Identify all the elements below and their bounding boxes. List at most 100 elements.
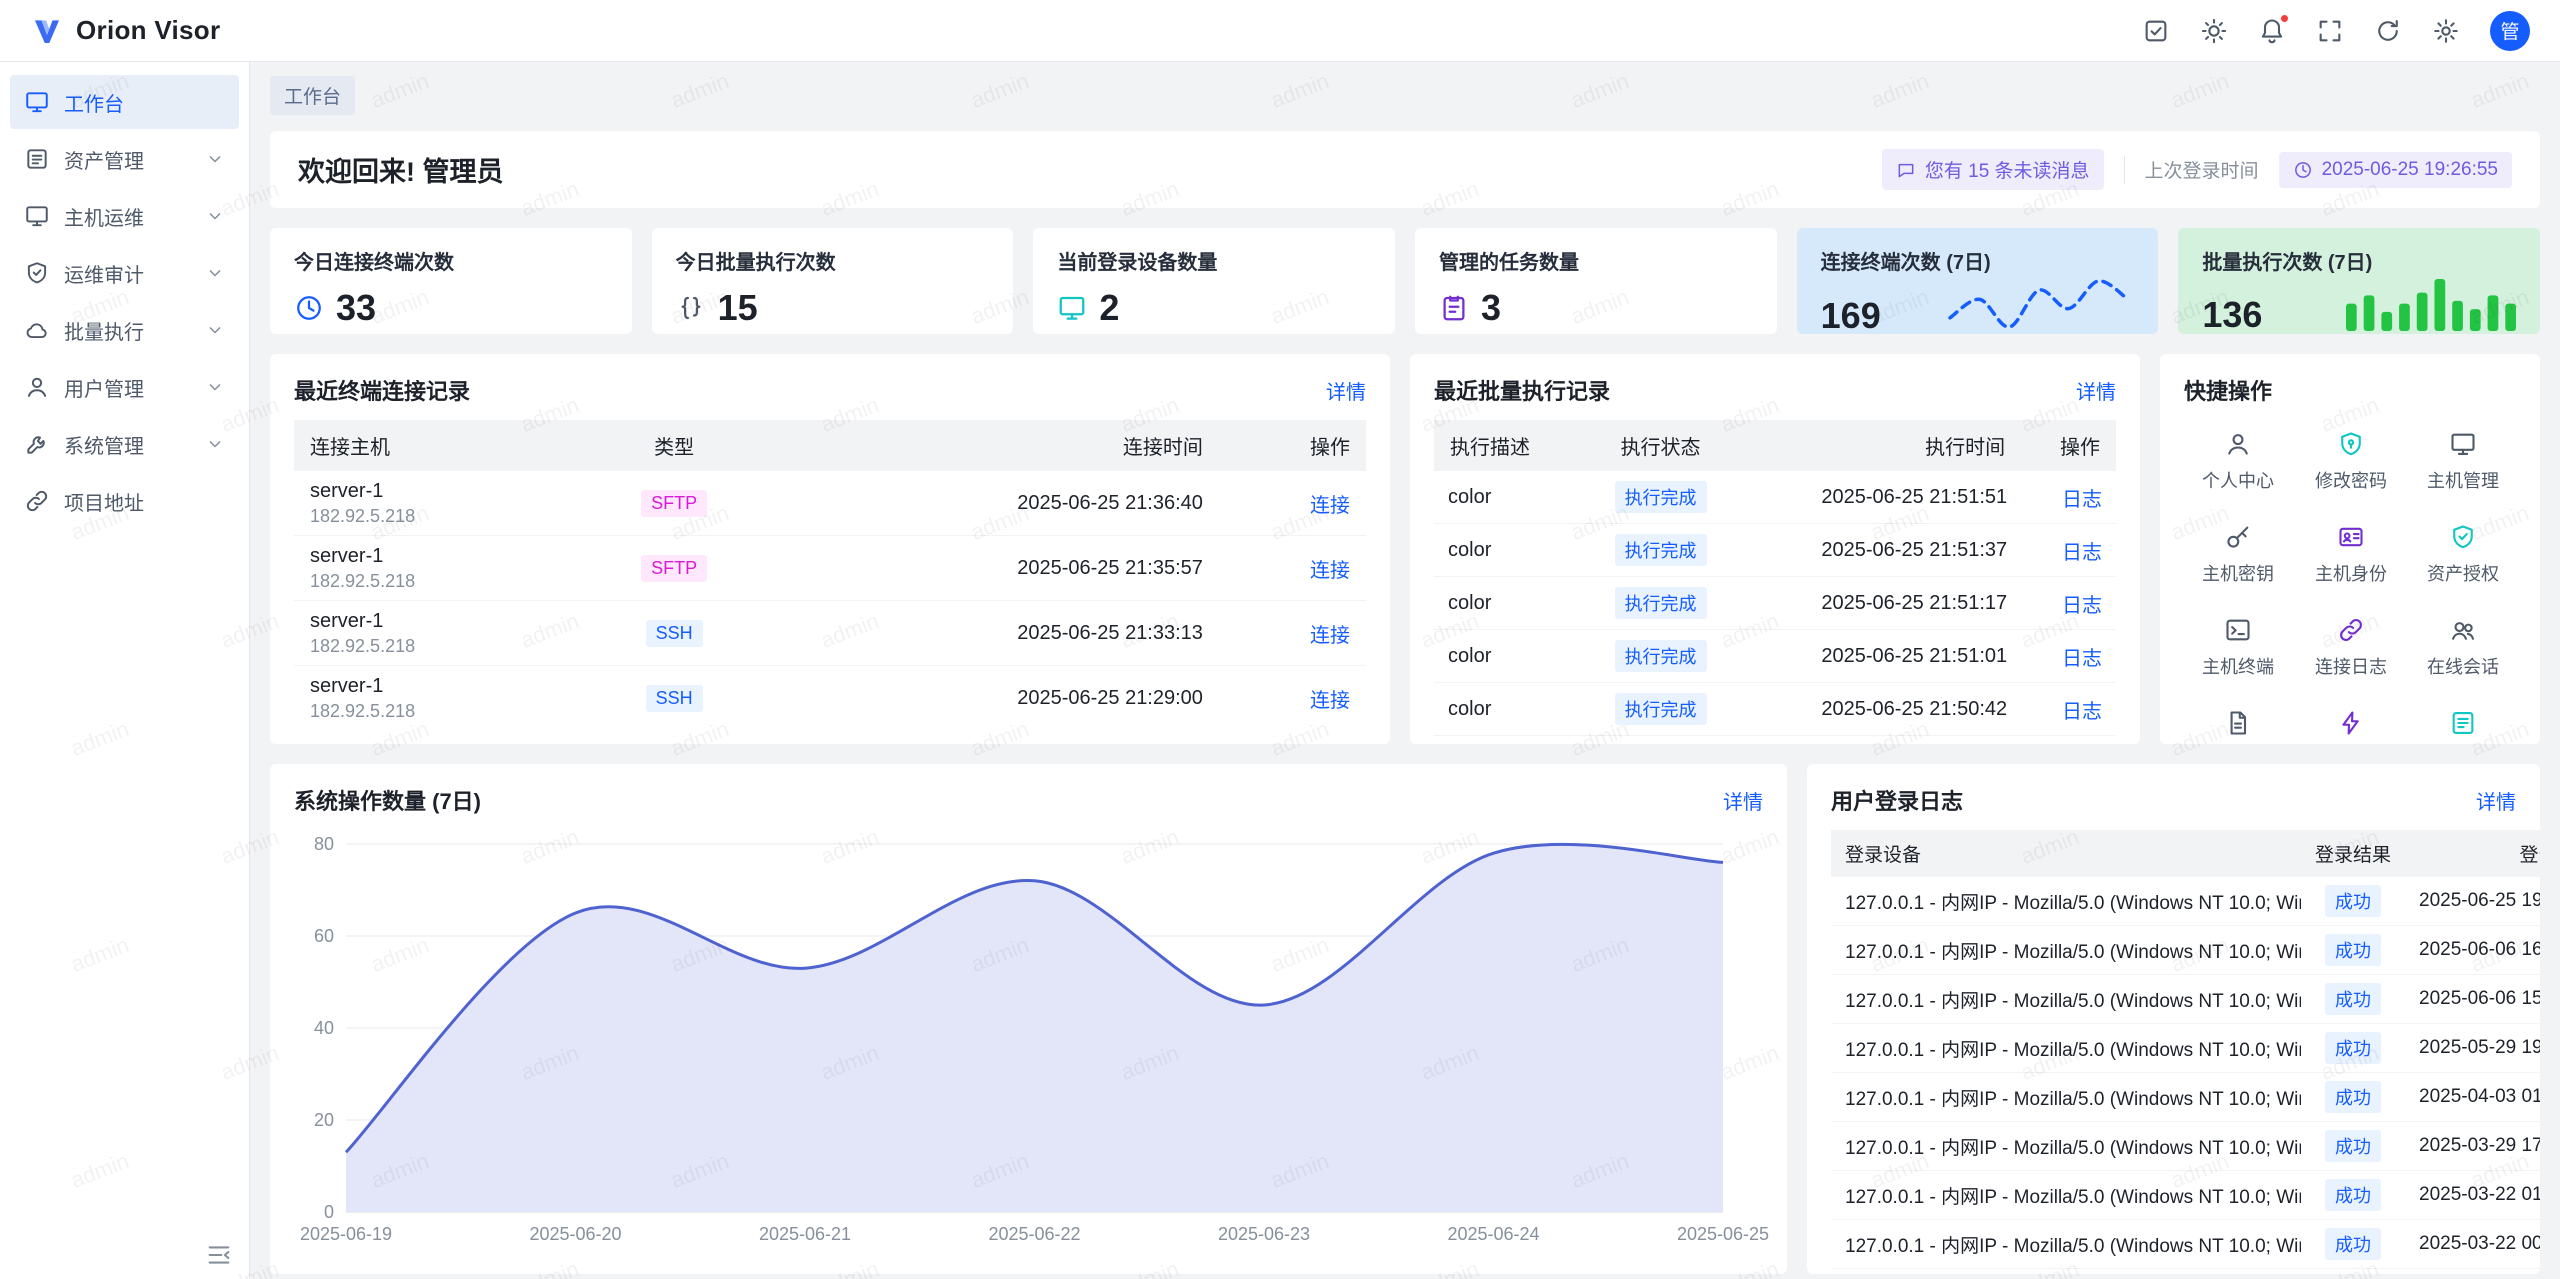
loglist-icon (2449, 709, 2477, 737)
login-log-row: 127.0.0.1 - 内网IP - Mozilla/5.0 (Windows … (1831, 1220, 2540, 1269)
stat-card-today-terminal-connections: 今日连接终端次数33 (270, 228, 632, 334)
desktop-icon (24, 89, 50, 115)
sidebar-item-asset-management[interactable]: 资产管理 (10, 132, 239, 186)
connect-link[interactable]: 连接 (1310, 690, 1350, 712)
sidebar-item-project-url[interactable]: 项目地址 (10, 474, 239, 528)
protocol-badge: SSH (646, 620, 703, 647)
sidebar-item-workbench[interactable]: 工作台 (10, 75, 239, 129)
login-result-badge: 成功 (2325, 885, 2381, 917)
collapse-sidebar-icon[interactable] (205, 1241, 231, 1267)
quick-action-change-password[interactable]: 修改密码 (2298, 430, 2404, 493)
recent-terminal-connections-card: 最近终端连接记录 详情 连接主机类型连接时间操作 server-1182.92.… (270, 354, 1390, 744)
sidebar-item-user-management[interactable]: 用户管理 (10, 360, 239, 414)
quick-action-command-exec[interactable]: 命令执行 (2298, 709, 2404, 744)
fullscreen-icon[interactable] (2316, 17, 2344, 45)
log-link[interactable]: 日志 (2062, 595, 2102, 617)
sidebar-item-label: 用户管理 (64, 373, 144, 402)
quick-action-host-key[interactable]: 主机密钥 (2184, 523, 2292, 586)
exec-record-row: color执行完成2025-06-25 21:50:10日志 (1434, 736, 2116, 745)
login-log-row: 127.0.0.1 - 内网IP - Mozilla/5.0 (Windows … (1831, 1171, 2540, 1220)
exec-records-table: 执行描述执行状态执行时间操作 color执行完成2025-06-25 21:51… (1434, 420, 2116, 744)
sidebar-item-batch-exec[interactable]: 批量执行 (10, 303, 239, 357)
logo[interactable]: Orion Visor (30, 14, 220, 48)
exec-time: 2025-06-25 21:50:42 (1740, 683, 2022, 736)
sidebar-item-system-management[interactable]: 系统管理 (10, 417, 239, 471)
quick-action-label: 主机身份 (2315, 560, 2387, 586)
stat-value: 2 (1099, 287, 1119, 329)
message-icon (1896, 160, 1916, 180)
host-name: server-1 (310, 674, 558, 698)
recent-batch-exec-card: 最近批量执行记录 详情 执行描述执行状态执行时间操作 color执行完成2025… (1410, 354, 2140, 744)
stat-value: 3 (1481, 287, 1501, 329)
quick-action-online-session[interactable]: 在线会话 (2410, 616, 2516, 679)
sun-icon[interactable] (2200, 17, 2228, 45)
login-log-row: 127.0.0.1 - 内网IP - Mozilla/5.0 (Windows … (1831, 877, 2540, 926)
quick-action-exec-log[interactable]: 执行日志 (2410, 709, 2516, 744)
terminal-record-row: server-1182.92.5.218SSH2025-06-25 21:33:… (294, 601, 1366, 666)
exec-record-row: color执行完成2025-06-25 21:51:37日志 (1434, 524, 2116, 577)
exec-desc: color (1434, 736, 1582, 745)
sidebar-item-host-ops[interactable]: 主机运维 (10, 189, 239, 243)
connect-link[interactable]: 连接 (1310, 625, 1350, 647)
lightning-icon (2337, 709, 2365, 737)
exec-records-detail-link[interactable]: 详情 (2076, 376, 2116, 405)
quick-action-asset-authorization[interactable]: 资产授权 (2410, 523, 2516, 586)
idcard-icon (2337, 523, 2365, 551)
refresh-icon[interactable] (2374, 17, 2402, 45)
login-log-detail-link[interactable]: 详情 (2476, 786, 2516, 815)
host-ip: 182.92.5.218 (310, 570, 558, 592)
quick-action-host-identity[interactable]: 主机身份 (2298, 523, 2404, 586)
connect-link[interactable]: 连接 (1310, 560, 1350, 582)
unread-messages-chip[interactable]: 您有 15 条未读消息 (1882, 149, 2104, 190)
shield-lock-icon (2337, 430, 2365, 458)
host-ip: 182.92.5.218 (310, 505, 558, 527)
connect-time: 2025-06-25 21:35:57 (774, 536, 1219, 601)
log-link[interactable]: 日志 (2062, 489, 2102, 511)
host-ip: 182.92.5.218 (310, 635, 558, 657)
login-device: 127.0.0.1 - 内网IP - Mozilla/5.0 (Windows … (1831, 975, 2301, 1024)
svg-text:2025-06-21: 2025-06-21 (759, 1224, 851, 1244)
task-icon (1439, 293, 1469, 323)
log-link[interactable]: 日志 (2062, 648, 2102, 670)
log-link[interactable]: 日志 (2062, 701, 2102, 723)
app-logo-icon (30, 14, 64, 48)
system-operations-chart-card: 系统操作数量 (7日) 详情 0204060802025-06-192025-0… (270, 764, 1787, 1274)
quick-actions-grid: 个人中心修改密码 主机管理主机密钥主机身份资产授权主机终端连接日志在线会话文件操作… (2184, 420, 2516, 744)
breadcrumb: 工作台 (270, 76, 2540, 115)
host-ip: 182.92.5.218 (310, 700, 558, 722)
sidebar-item-label: 工作台 (64, 88, 124, 117)
login-log-row: 127.0.0.1 - 内网IP - Mozilla/5.0 (Windows … (1831, 1024, 2540, 1073)
exec-trend-sparkbars (2346, 275, 2516, 331)
terminal-trend-sparkline (1944, 275, 2134, 333)
log-link[interactable]: 日志 (2062, 542, 2102, 564)
login-device: 127.0.0.1 - 内网IP - Mozilla/5.0 (Windows … (1831, 1220, 2301, 1269)
safety-icon (2449, 523, 2477, 551)
quick-action-label: 主机管理 (2427, 467, 2499, 493)
terminal-record-row: server-1182.92.5.218SSH2025-06-25 21:29:… (294, 666, 1366, 731)
user-avatar[interactable]: 管 (2490, 11, 2530, 51)
quick-action-host-terminal[interactable]: 主机终端 (2184, 616, 2292, 679)
quick-action-host-management[interactable]: 主机管理 (2410, 430, 2516, 493)
protocol-badge: SSH (646, 685, 703, 712)
quick-action-connection-log[interactable]: 连接日志 (2298, 616, 2404, 679)
check-square-icon[interactable] (2142, 17, 2170, 45)
tool-icon (24, 431, 50, 457)
chevron-down-icon (205, 320, 225, 340)
gear-icon[interactable] (2432, 17, 2460, 45)
quick-action-label: 修改密码 (2315, 467, 2387, 493)
stats-row: 今日连接终端次数33今日批量执行次数15当前登录设备数量2管理的任务数量3连接终… (270, 228, 2540, 334)
breadcrumb-item-workbench[interactable]: 工作台 (270, 76, 355, 115)
terminal-records-detail-link[interactable]: 详情 (1326, 376, 1366, 405)
sidebar-item-label: 主机运维 (64, 202, 144, 231)
host-name: server-1 (310, 479, 558, 503)
user-icon (2224, 430, 2252, 458)
system-chart-detail-link[interactable]: 详情 (1723, 786, 1763, 815)
quick-action-file-operation-log[interactable]: 文件操作日志 (2184, 709, 2292, 744)
bell-icon[interactable] (2258, 17, 2286, 45)
last-login-time: 2025-06-25 19:26:55 (2322, 159, 2498, 181)
sidebar-item-ops-audit[interactable]: 运维审计 (10, 246, 239, 300)
quick-action-personal-center[interactable]: 个人中心 (2184, 430, 2292, 493)
svg-text:40: 40 (314, 1018, 334, 1038)
stat-label: 批量执行次数 (7日) (2202, 246, 2516, 275)
connect-link[interactable]: 连接 (1310, 495, 1350, 517)
